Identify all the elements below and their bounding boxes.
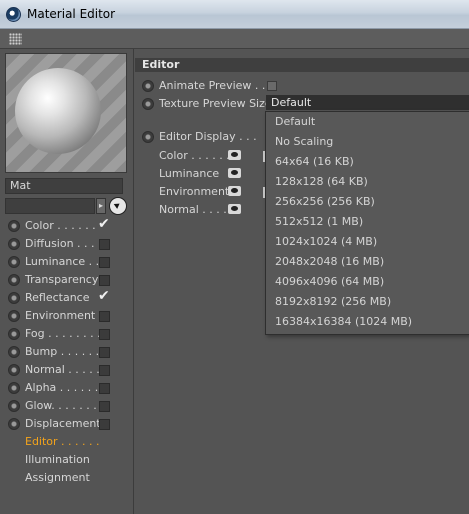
animate-preview-row: Animate Preview . . . (135, 77, 469, 95)
channel-radio[interactable] (8, 274, 20, 286)
pick-arrow-icon[interactable] (109, 197, 127, 215)
menu-item[interactable]: Default (266, 112, 469, 132)
texture-size-menu: Default No Scaling 64x64 (16 KB) 128x128… (265, 111, 469, 335)
channel-radio[interactable] (8, 364, 20, 376)
menu-item[interactable]: 64x64 (16 KB) (266, 152, 469, 172)
channel-radio[interactable] (8, 220, 20, 232)
preview-sphere (15, 68, 101, 154)
channel-label: Fog . . . . . . . . (25, 327, 101, 340)
search-arrow-button[interactable]: ▸ (96, 198, 106, 214)
channel-checkbox[interactable] (99, 419, 110, 430)
param-radio[interactable] (142, 98, 154, 110)
channel-checkbox[interactable] (99, 383, 110, 394)
channel-checkbox[interactable] (99, 275, 110, 286)
channel-radio[interactable] (8, 400, 20, 412)
channel-radio[interactable] (8, 346, 20, 358)
channel-color[interactable]: Color . . . . . . ✔ (0, 216, 134, 235)
channel-alpha[interactable]: Alpha . . . . . . (0, 379, 134, 397)
channel-radio[interactable] (8, 238, 20, 250)
channel-label: Reflectance (25, 291, 90, 304)
menu-item[interactable]: 512x512 (1 MB) (266, 212, 469, 232)
menu-item[interactable]: No Scaling (266, 132, 469, 152)
grip-icon[interactable] (9, 33, 22, 45)
channel-reflectance[interactable]: Reflectance ✔ (0, 288, 134, 307)
display-row-label: Normal . . . . . (159, 203, 234, 216)
channel-checkbox[interactable] (99, 257, 110, 268)
animate-preview-label: Animate Preview . . . (159, 79, 273, 92)
channel-checkmark-icon[interactable]: ✔ (98, 288, 110, 304)
title-bar[interactable]: Material Editor (0, 0, 469, 29)
display-row-label: Environment (159, 185, 230, 198)
page-illumination[interactable]: Illumination (0, 451, 134, 469)
channel-radio[interactable] (8, 418, 20, 430)
channel-transparency[interactable]: Transparency (0, 271, 134, 289)
display-row-label: Luminance (159, 167, 220, 180)
menu-item[interactable]: 2048x2048 (16 MB) (266, 252, 469, 272)
menu-strip (0, 29, 469, 49)
animate-preview-checkbox[interactable] (267, 81, 277, 91)
channel-radio[interactable] (8, 328, 20, 340)
eye-icon[interactable] (228, 204, 241, 214)
cinema4d-app-icon (6, 6, 21, 22)
channel-radio[interactable] (8, 382, 20, 394)
channel-diffusion[interactable]: Diffusion . . . (0, 235, 134, 253)
menu-item[interactable]: 256x256 (256 KB) (266, 192, 469, 212)
menu-item[interactable]: 16384x16384 (1024 MB) (266, 312, 469, 332)
texture-preview-size-dropdown[interactable]: Default (266, 95, 469, 110)
page-label: Editor . . . . . . (25, 435, 100, 448)
eye-icon[interactable] (228, 150, 241, 160)
page-assignment[interactable]: Assignment (0, 469, 134, 487)
channel-luminance[interactable]: Luminance . . (0, 253, 134, 271)
channel-radio[interactable] (8, 292, 20, 304)
left-panel: Mat ▸ Color . . . . . . ✔ Diffusion . . … (0, 49, 134, 514)
channel-label: Environment (25, 309, 96, 322)
channel-glow[interactable]: Glow. . . . . . . (0, 397, 134, 415)
channel-checkbox[interactable] (99, 365, 110, 376)
window-title: Material Editor (27, 7, 116, 21)
page-label: Illumination (25, 453, 90, 466)
eye-icon[interactable] (228, 186, 241, 196)
channel-bump[interactable]: Bump . . . . . . (0, 343, 134, 361)
page-editor[interactable]: Editor . . . . . . (0, 433, 134, 451)
channel-label: Luminance . . (25, 255, 100, 268)
menu-item[interactable]: 128x128 (64 KB) (266, 172, 469, 192)
channel-label: Glow. . . . . . . (25, 399, 97, 412)
channel-label: Diffusion . . . (25, 237, 95, 250)
menu-item[interactable]: 4096x4096 (64 MB) (266, 272, 469, 292)
material-preview[interactable] (5, 53, 127, 173)
channel-checkbox[interactable] (99, 329, 110, 340)
channel-radio[interactable] (8, 310, 20, 322)
menu-item[interactable]: 8192x8192 (256 MB) (266, 292, 469, 312)
channel-checkbox[interactable] (99, 311, 110, 322)
channel-checkbox[interactable] (99, 239, 110, 250)
texture-preview-size-label: Texture Preview Size (159, 97, 272, 110)
channel-normal[interactable]: Normal . . . . . (0, 361, 134, 379)
channel-search-field[interactable] (5, 198, 95, 214)
page-label: Assignment (25, 471, 90, 484)
channel-checkbox[interactable] (99, 347, 110, 358)
eye-icon[interactable] (228, 168, 241, 178)
channel-label: Transparency (25, 273, 99, 286)
param-radio[interactable] (142, 80, 154, 92)
channel-displacement[interactable]: Displacement (0, 415, 134, 433)
param-radio[interactable] (142, 131, 154, 143)
channel-environment[interactable]: Environment (0, 307, 134, 325)
section-header: Editor (135, 58, 469, 72)
material-name-field[interactable]: Mat (5, 178, 123, 194)
menu-item[interactable]: 1024x1024 (4 MB) (266, 232, 469, 252)
channel-label: Bump . . . . . . (25, 345, 100, 358)
channel-checkmark-icon[interactable]: ✔ (98, 216, 110, 232)
display-row-label: Color . . . . . . (159, 149, 230, 162)
channel-fog[interactable]: Fog . . . . . . . . (0, 325, 134, 343)
channel-radio[interactable] (8, 256, 20, 268)
channel-label: Displacement (25, 417, 101, 430)
channel-label: Color . . . . . . (25, 219, 96, 232)
channel-label: Normal . . . . . (25, 363, 100, 376)
channel-checkbox[interactable] (99, 401, 110, 412)
channel-list: Color . . . . . . ✔ Diffusion . . . Lumi… (0, 216, 134, 487)
channel-label: Alpha . . . . . . (25, 381, 99, 394)
editor-display-label: Editor Display . . . (159, 130, 257, 143)
